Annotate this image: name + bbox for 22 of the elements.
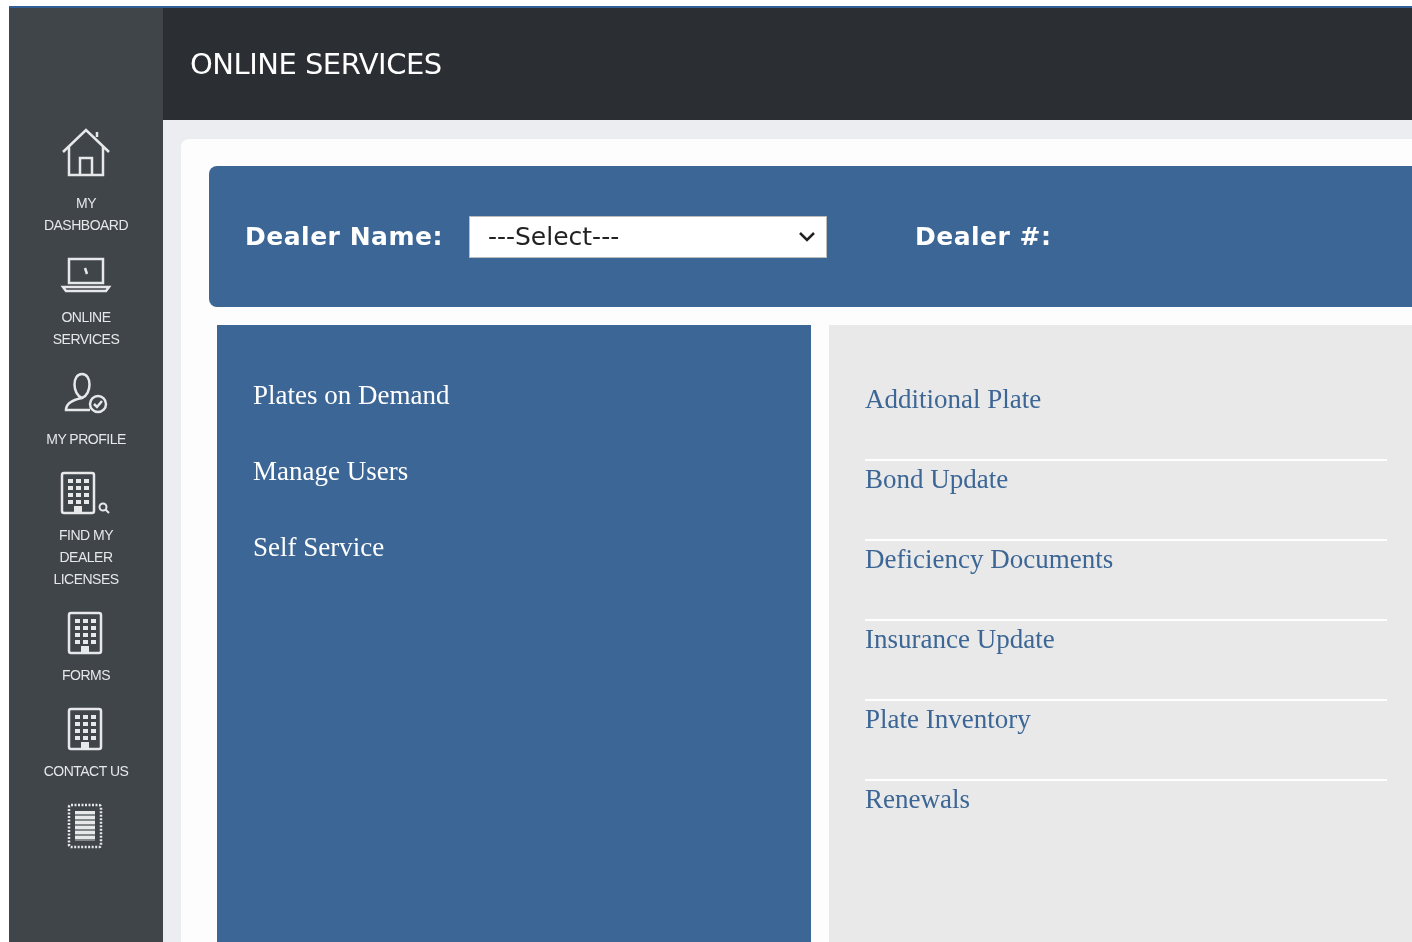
service-link[interactable]: Additional Plate bbox=[865, 384, 1042, 414]
service-link[interactable]: Insurance Update bbox=[865, 624, 1055, 654]
sidebar-item[interactable]: CONTACT US bbox=[26, 706, 146, 782]
dealer-number-label: Dealer #: bbox=[914, 222, 1052, 251]
sidebar-item[interactable]: MY DASHBOARD bbox=[26, 126, 146, 236]
sidebar-item[interactable]: ONLINE SERVICES bbox=[26, 256, 146, 350]
laptop-icon bbox=[60, 256, 112, 294]
chevron-down-icon bbox=[797, 230, 816, 243]
sidebar-item[interactable]: FORMS bbox=[26, 610, 146, 686]
dealer-name-select[interactable]: ---Select--- bbox=[468, 215, 827, 258]
sidebar-item[interactable]: FIND MY DEALER LICENSES bbox=[26, 470, 146, 590]
service-link[interactable]: Renewals bbox=[865, 784, 970, 814]
menu-link[interactable]: Self Service bbox=[253, 533, 385, 561]
user-check-icon bbox=[62, 370, 110, 416]
sidebar-item[interactable]: MY PROFILE bbox=[26, 370, 146, 450]
dealer-name-label: Dealer Name: bbox=[245, 222, 443, 251]
service-link[interactable]: Bond Update bbox=[865, 464, 1009, 494]
page-title: ONLINE SERVICES bbox=[190, 47, 442, 81]
service-link[interactable]: Plate Inventory bbox=[865, 704, 1031, 734]
service-link[interactable]: Deficiency Documents bbox=[865, 544, 1114, 574]
menu-link[interactable]: Plates on Demand bbox=[253, 381, 450, 409]
menu-link[interactable]: Manage Users bbox=[253, 457, 409, 485]
